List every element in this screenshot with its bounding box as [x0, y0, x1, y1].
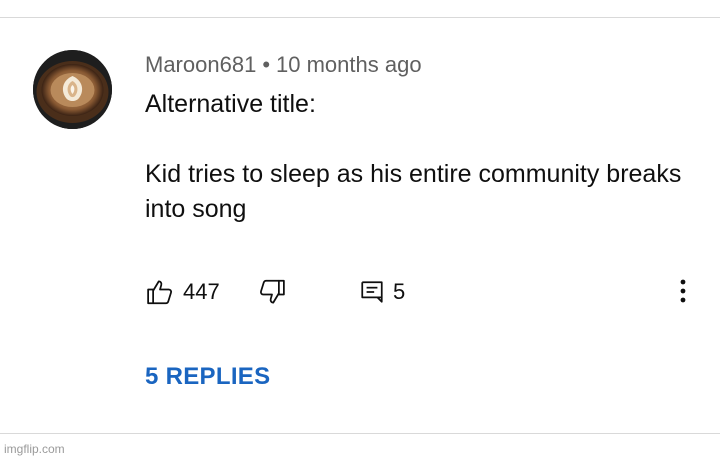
more-vertical-icon: [680, 279, 686, 303]
view-replies-link[interactable]: 5 REPLIES: [145, 362, 270, 392]
comment-text-line-2: Kid tries to sleep as his entire communi…: [145, 160, 682, 223]
comment-meta: Maroon681 • 10 months ago: [145, 51, 422, 79]
author-name[interactable]: Maroon681: [145, 52, 256, 77]
comment-timestamp[interactable]: 10 months ago: [276, 52, 422, 77]
comment-text-spacer: [145, 122, 690, 157]
like-count: 447: [183, 279, 220, 304]
latte-art-avatar-icon: [33, 50, 112, 129]
dislike-button[interactable]: [257, 274, 287, 310]
bottom-divider: [0, 433, 720, 434]
imgflip-watermark: imgflip.com: [4, 442, 65, 456]
reply-button[interactable]: 5: [359, 274, 405, 310]
comment-icon: [361, 281, 383, 303]
more-options-button[interactable]: [671, 276, 695, 308]
comment-body: Alternative title: Kid tries to sleep as…: [145, 87, 690, 227]
like-button[interactable]: 447: [145, 274, 220, 310]
avatar[interactable]: [33, 50, 112, 129]
meta-separator: •: [262, 52, 271, 77]
thumbs-up-icon: [147, 280, 172, 305]
thumbs-down-icon: [260, 279, 285, 304]
reply-count: 5: [393, 279, 406, 304]
top-divider: [0, 17, 720, 18]
comment-text-line-1: Alternative title:: [145, 90, 316, 118]
